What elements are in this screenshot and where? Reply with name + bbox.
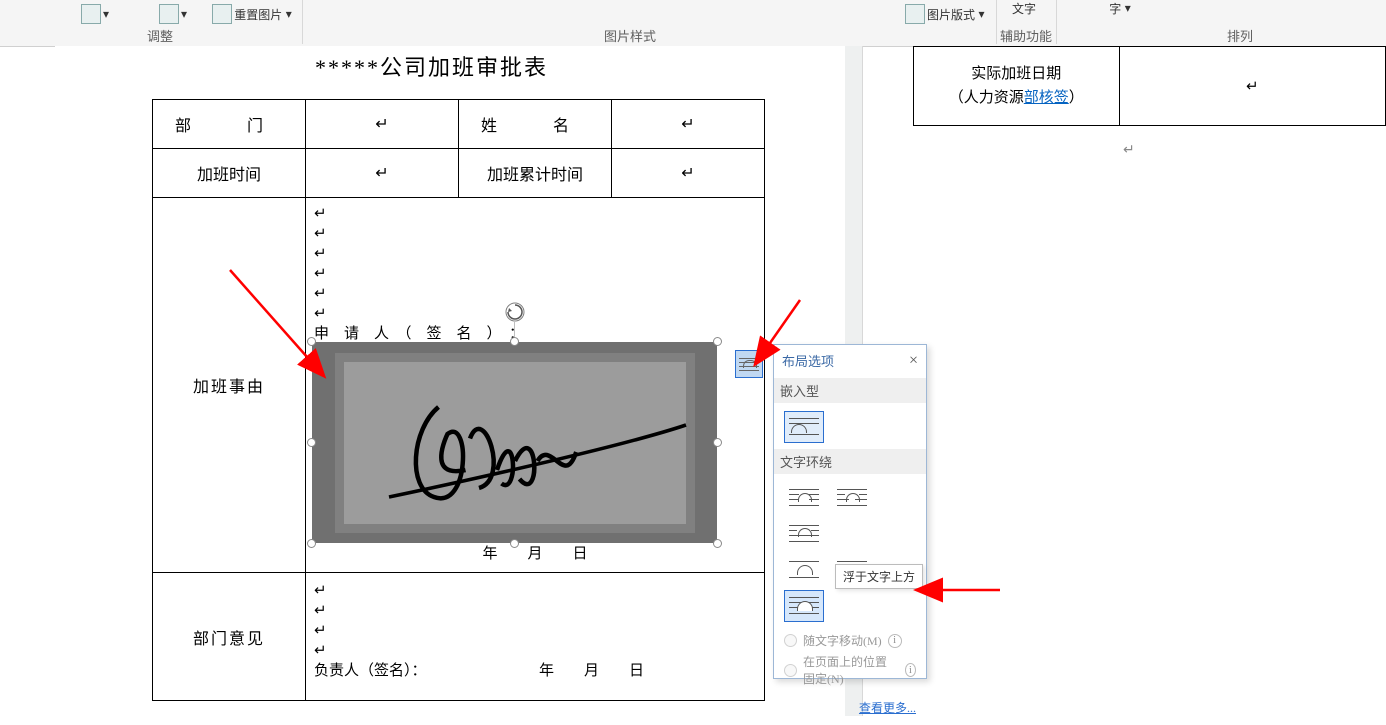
annotation-overlay [0,0,1386,716]
